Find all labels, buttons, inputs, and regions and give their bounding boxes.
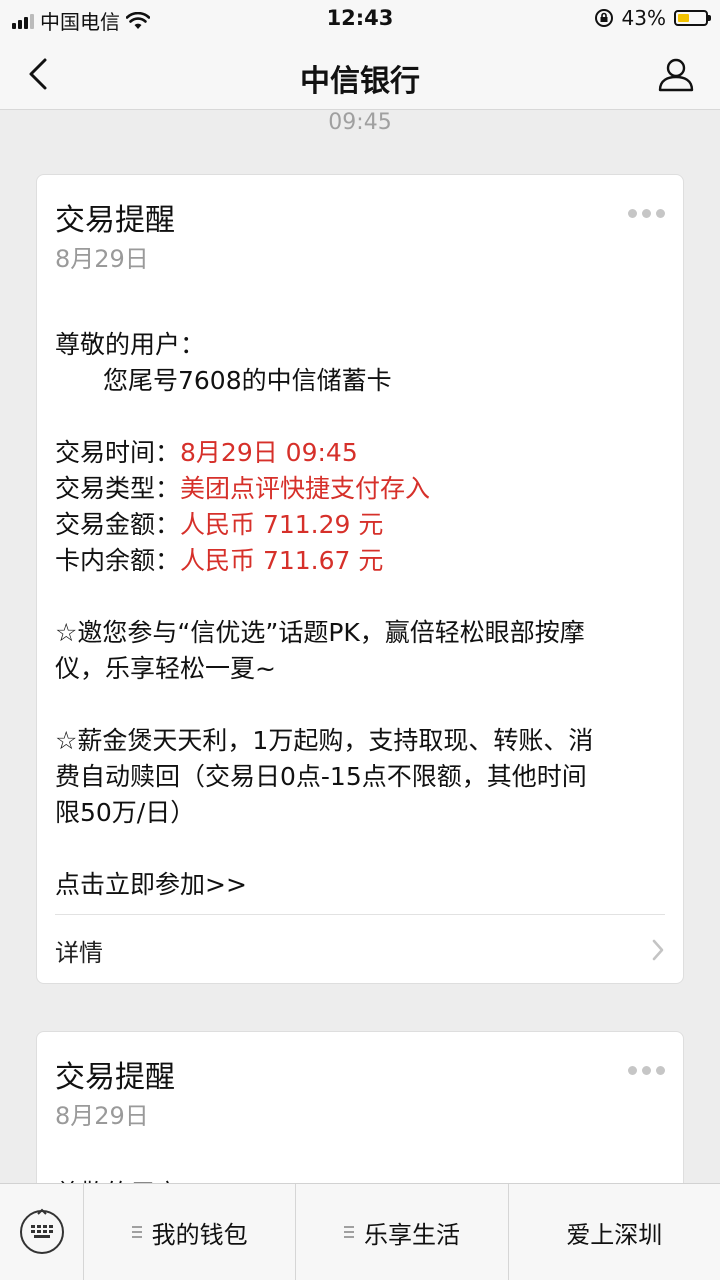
field-label: 交易时间：	[55, 438, 181, 467]
field-label: 交易类型：	[55, 474, 181, 503]
user-icon	[658, 58, 694, 92]
menu-item-label: 我的钱包	[151, 1220, 248, 1249]
card-date: 8月29日	[55, 1102, 149, 1130]
field-value: 美团点评快捷支付存入	[180, 474, 431, 503]
menu-icon	[343, 1226, 354, 1238]
menu-icon	[131, 1226, 142, 1238]
promo-2: ☆薪金煲天天利，1万起购，支持取现、转账、消 费自动赎回（交易日0点-15点不限…	[55, 723, 665, 831]
battery-icon	[674, 10, 711, 26]
promo-line: ☆邀您参与“信优选”话题PK，赢倍轻松眼部按摩	[55, 618, 585, 647]
field-row: 交易时间：8月29日 09:45	[55, 435, 665, 471]
cta-link[interactable]: 点击立即参加>>	[55, 867, 665, 903]
more-icon[interactable]	[628, 1066, 665, 1075]
promo-line: ☆薪金煲天天利，1万起购，支持取现、转账、消	[55, 726, 594, 755]
menu-item-label: 乐享生活	[363, 1220, 460, 1249]
card-intro: 您尾号7608的中信储蓄卡	[103, 366, 392, 395]
keyboard-toggle-button[interactable]	[0, 1184, 84, 1280]
field-row: 交易类型：美团点评快捷支付存入	[55, 471, 665, 507]
chevron-right-icon	[652, 939, 664, 961]
transaction-fields: 交易时间：8月29日 09:45 交易类型：美团点评快捷支付存入 交易金额：人民…	[55, 435, 665, 579]
field-row: 交易金额：人民币 711.29 元	[55, 507, 665, 543]
promo-line: 仪，乐享轻松一夏~	[55, 654, 276, 683]
details-row[interactable]: 详情	[55, 915, 665, 983]
rotation-lock-icon	[594, 9, 613, 27]
field-value: 8月29日 09:45	[180, 438, 358, 467]
status-right: 43%	[594, 6, 711, 30]
menu-item-label: 爱上深圳	[566, 1220, 663, 1249]
promo-line: 费自动赎回（交易日0点-15点不限额，其他时间	[55, 762, 587, 791]
message-timestamp: 09:45	[328, 110, 392, 135]
menu-item-life[interactable]: 乐享生活	[296, 1184, 509, 1280]
promo-1: ☆邀您参与“信优选”话题PK，赢倍轻松眼部按摩 仪，乐享轻松一夏~	[55, 615, 665, 687]
field-value: 人民币 711.29 元	[180, 510, 384, 539]
details-label: 详情	[55, 938, 103, 967]
promo-line: 限50万/日）	[55, 798, 196, 827]
menu-item-shenzhen[interactable]: 爱上深圳	[509, 1184, 720, 1280]
nav-bar: 中信银行	[0, 40, 720, 110]
menu-item-wallet[interactable]: 我的钱包	[84, 1184, 297, 1280]
field-label: 卡内余额：	[55, 546, 181, 575]
card-title: 交易提醒	[55, 203, 175, 238]
battery-fill	[678, 14, 690, 22]
greeting: 尊敬的用户：	[55, 330, 206, 359]
card-title: 交易提醒	[55, 1060, 175, 1095]
card-date: 8月29日	[55, 245, 149, 273]
transaction-alert-card[interactable]: 交易提醒 8月29日 尊敬的用户： 您尾号7608的中信储蓄卡 交易时间：8月2…	[36, 174, 684, 984]
keyboard-icon	[19, 1208, 64, 1254]
page-title: 中信银行	[300, 64, 420, 99]
profile-button[interactable]	[654, 52, 698, 96]
bottom-menu: 我的钱包 乐享生活 爱上深圳	[0, 1183, 720, 1280]
battery-percent: 43%	[621, 6, 666, 30]
field-row: 卡内余额：人民币 711.67 元	[55, 543, 665, 579]
field-value: 人民币 711.67 元	[180, 546, 384, 575]
more-icon[interactable]	[628, 209, 665, 218]
field-label: 交易金额：	[55, 510, 181, 539]
status-bar: 中国电信 12:43 43%	[0, 0, 720, 40]
